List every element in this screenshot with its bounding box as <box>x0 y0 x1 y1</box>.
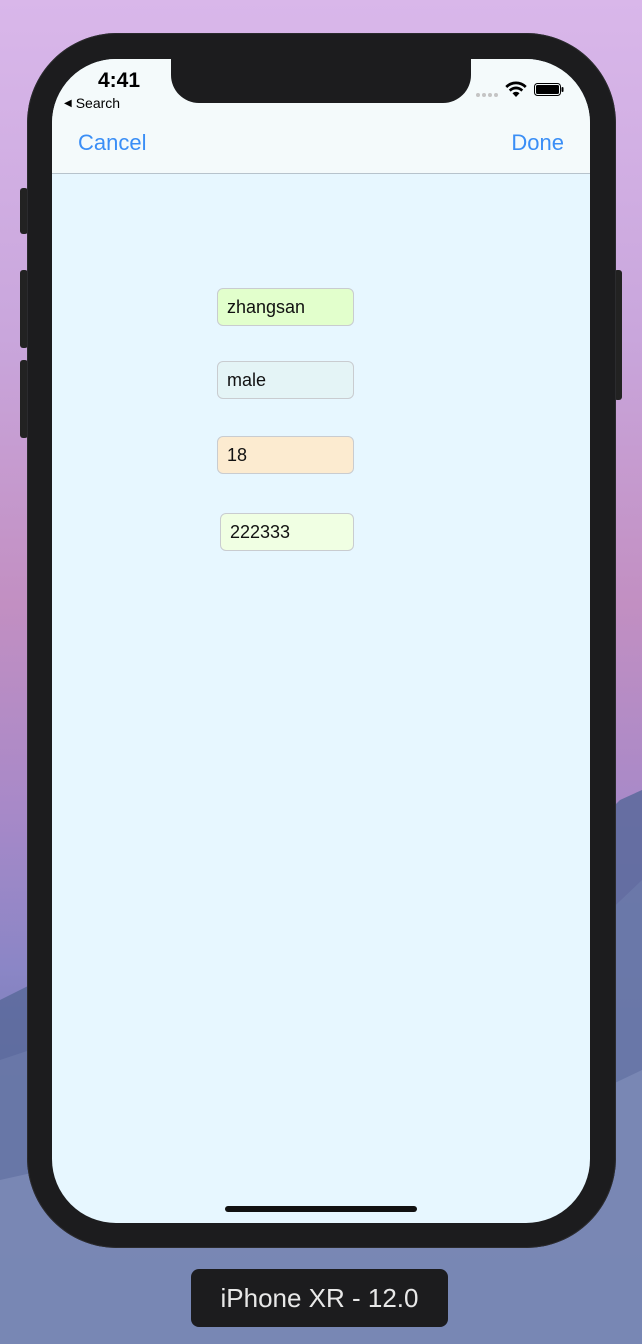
cancel-button[interactable]: Cancel <box>78 130 146 156</box>
navigation-bar: Cancel Done <box>52 119 590 174</box>
simulator-device-label: iPhone XR - 12.0 <box>191 1269 448 1327</box>
age-field[interactable]: 18 <box>217 436 354 474</box>
number-field[interactable]: 222333 <box>220 513 354 551</box>
name-field[interactable]: zhangsan <box>217 288 354 326</box>
battery-icon <box>534 83 564 96</box>
done-button[interactable]: Done <box>511 130 564 156</box>
status-time: 4:41 <box>98 69 141 92</box>
home-indicator[interactable] <box>225 1206 417 1212</box>
gender-field[interactable]: male <box>217 361 354 399</box>
wifi-icon <box>505 81 527 97</box>
phone-screen: 4:41 ◀ Search Cancel Done zhangsan male … <box>52 59 590 1223</box>
back-search-label: Search <box>75 95 121 111</box>
back-triangle-icon: ◀ <box>64 97 72 109</box>
screen-notch <box>171 57 471 103</box>
back-to-search[interactable]: ◀ Search <box>64 95 120 111</box>
cellular-signal-icon <box>476 93 498 97</box>
